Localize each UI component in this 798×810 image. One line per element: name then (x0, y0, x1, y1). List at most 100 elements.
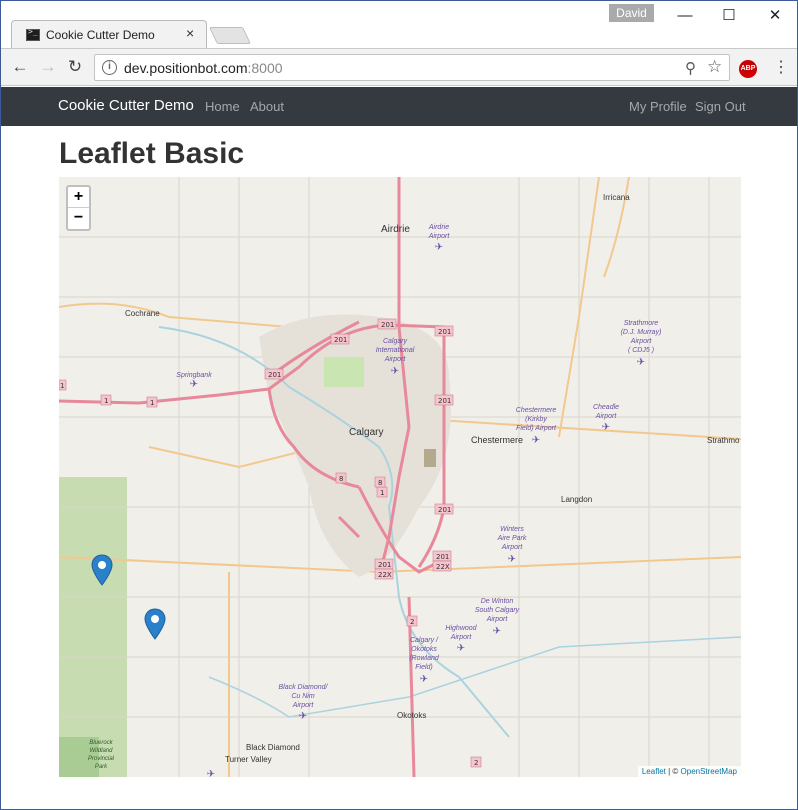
tab-close-icon[interactable]: × (186, 25, 194, 41)
back-arrow-icon[interactable]: ← (10, 57, 30, 77)
zoom-icon[interactable]: ⚲ (685, 59, 696, 77)
svg-text:Highwood: Highwood (445, 625, 477, 632)
label-langdon: Langdon (561, 495, 592, 504)
attribution-separator: | © (665, 767, 681, 776)
zoom-out-button[interactable]: − (68, 208, 89, 229)
svg-text:2: 2 (410, 618, 414, 626)
label-strathmo: Strathmo (707, 436, 740, 445)
zoom-in-button[interactable]: + (68, 187, 89, 208)
label-okotoks: Okotoks (397, 711, 426, 720)
svg-text:Airport: Airport (501, 544, 524, 551)
leaflet-link[interactable]: Leaflet (642, 767, 666, 776)
title-bar: Cookie Cutter Demo × David — ☐ ✕ (1, 1, 797, 49)
svg-text:Cu Nim: Cu Nim (291, 693, 315, 700)
terminal-favicon-icon (26, 27, 40, 41)
svg-text:Chestermere: Chestermere (516, 407, 557, 414)
svg-text:201: 201 (381, 321, 394, 329)
svg-text:Airport: Airport (486, 616, 509, 623)
svg-text:Airport: Airport (292, 702, 315, 709)
svg-text:Springbank: Springbank (176, 372, 212, 379)
svg-text:201: 201 (438, 397, 451, 405)
label-calgary: Calgary (349, 427, 383, 438)
close-window-button[interactable]: ✕ (753, 5, 797, 27)
industrial-area (424, 449, 436, 467)
nav-about-link[interactable]: About (250, 99, 284, 114)
navbar-brand[interactable]: Cookie Cutter Demo (58, 97, 194, 114)
svg-text:22X: 22X (436, 563, 450, 571)
svg-text:Park: Park (95, 764, 108, 770)
minimize-button[interactable]: — (663, 5, 707, 27)
browser-toolbar: ← → ↻ i dev.positionbot.com:8000 ⚲ ☆ ABP… (1, 48, 797, 86)
map-tiles[interactable]: 201 201 201 201 201 201 201 201 22X 22X … (59, 177, 741, 777)
svg-text:2: 2 (474, 759, 478, 767)
address-bar[interactable]: i dev.positionbot.com:8000 ⚲ ☆ (94, 54, 730, 81)
map-marker-1[interactable] (91, 554, 113, 586)
svg-text:Cheadle: Cheadle (593, 404, 619, 411)
svg-text:8: 8 (378, 479, 382, 487)
svg-text:De Winton: De Winton (481, 598, 514, 605)
zoom-control: + − (66, 185, 91, 231)
reload-icon[interactable]: ↻ (65, 57, 85, 77)
svg-text:1: 1 (150, 399, 154, 407)
svg-text:Black Diamond/: Black Diamond/ (278, 684, 328, 691)
svg-text:201: 201 (436, 553, 449, 561)
label-chestermere: Chestermere (471, 435, 523, 445)
map-marker-2[interactable] (144, 608, 166, 640)
svg-text:1: 1 (104, 397, 108, 405)
page-title: Leaflet Basic (59, 137, 245, 170)
svg-text:✈: ✈ (493, 626, 501, 637)
creek (208, 636, 741, 718)
park-area (59, 477, 127, 777)
url-host: dev.positionbot.com (124, 60, 248, 76)
svg-text:( CDJ5 ): ( CDJ5 ) (628, 347, 654, 354)
svg-text:✈: ✈ (207, 769, 215, 777)
label-black-diamond: Black Diamond (246, 743, 300, 752)
nav-sign-out-link[interactable]: Sign Out (695, 99, 746, 114)
label-turner-valley: Turner Valley (225, 755, 272, 764)
svg-text:Okotoks: Okotoks (411, 646, 437, 653)
svg-text:✈: ✈ (299, 711, 307, 722)
info-icon[interactable]: i (102, 60, 117, 75)
svg-text:201: 201 (438, 328, 451, 336)
svg-text:Calgary: Calgary (383, 338, 408, 345)
svg-text:Airport: Airport (630, 338, 653, 345)
svg-text:South Calgary: South Calgary (475, 607, 520, 614)
forward-arrow-icon[interactable]: → (38, 57, 58, 77)
url-text[interactable]: dev.positionbot.com:8000 (124, 60, 283, 76)
leaflet-map[interactable]: 201 201 201 201 201 201 201 201 22X 22X … (59, 177, 741, 777)
svg-text:(D.J. Murray): (D.J. Murray) (621, 329, 662, 336)
browser-tab[interactable]: Cookie Cutter Demo × (11, 20, 207, 49)
label-airdrie: Airdrie (381, 224, 410, 235)
svg-text:1: 1 (380, 489, 384, 497)
nav-my-profile-link[interactable]: My Profile (629, 99, 687, 114)
svg-text:✈: ✈ (457, 643, 465, 654)
svg-text:✈: ✈ (508, 554, 516, 565)
new-tab-button[interactable] (209, 27, 251, 44)
openstreetmap-link[interactable]: OpenStreetMap (681, 767, 737, 776)
svg-text:Calgary /: Calgary / (410, 637, 439, 644)
svg-text:Airport: Airport (428, 233, 451, 240)
browser-menu-icon[interactable]: ⋮ (773, 57, 789, 77)
svg-text:Wildland: Wildland (90, 748, 114, 754)
svg-text:Strathmore: Strathmore (624, 320, 659, 327)
svg-text:✈: ✈ (435, 242, 443, 253)
bookmark-star-icon[interactable]: ☆ (707, 57, 722, 77)
svg-text:(Rowland: (Rowland (409, 655, 440, 662)
site-navbar: Cookie Cutter Demo Home About My Profile… (1, 87, 797, 126)
svg-text:Aire Park: Aire Park (497, 535, 527, 542)
svg-text:Bluerock: Bluerock (89, 740, 113, 746)
browser-window: Cookie Cutter Demo × David — ☐ ✕ ← → ↻ i… (0, 0, 798, 810)
adblock-plus-icon[interactable]: ABP (739, 60, 757, 78)
map-attribution: Leaflet | © OpenStreetMap (637, 766, 741, 777)
nav-home-link[interactable]: Home (205, 99, 240, 114)
svg-text:✈: ✈ (637, 357, 645, 368)
svg-text:201: 201 (438, 506, 451, 514)
svg-text:Airdrie: Airdrie (428, 224, 449, 231)
svg-text:Airport: Airport (450, 634, 473, 641)
svg-text:✈: ✈ (602, 422, 610, 433)
profile-user-badge[interactable]: David (609, 4, 654, 22)
label-irricana: Irricana (603, 193, 630, 202)
svg-text:Airport: Airport (384, 356, 407, 363)
svg-text:Winters: Winters (500, 526, 524, 533)
maximize-button[interactable]: ☐ (707, 5, 751, 27)
